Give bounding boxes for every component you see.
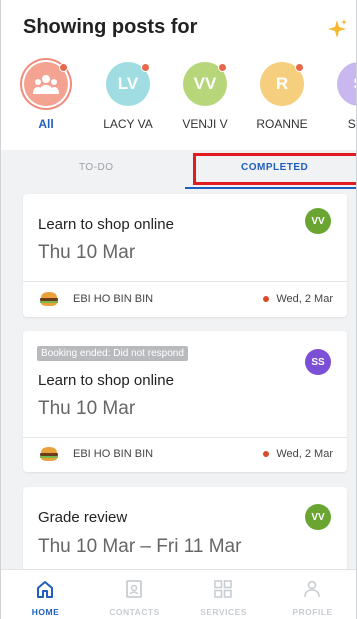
avatar-label: ROANNE bbox=[256, 117, 308, 131]
sparkle-icon[interactable] bbox=[327, 18, 349, 40]
header: Showing posts for All LV LACY VA VV VENJ… bbox=[1, 0, 356, 150]
avatar: S bbox=[337, 62, 356, 106]
avatar-filter-venji-v[interactable]: VV VENJI V bbox=[174, 62, 236, 131]
notification-dot bbox=[218, 63, 227, 72]
post-meta: Wed, 2 Mar bbox=[263, 293, 333, 305]
divider bbox=[23, 437, 347, 438]
post-meta-date: Wed, 2 Mar bbox=[276, 293, 333, 305]
notification-dot bbox=[141, 63, 150, 72]
notification-dot bbox=[59, 63, 68, 72]
burger-icon bbox=[40, 447, 58, 461]
post-date: Thu 10 Mar – Fri 11 Mar bbox=[38, 536, 242, 557]
nav-label: HOME bbox=[31, 607, 60, 617]
avatar-label: LACY VA bbox=[103, 117, 153, 131]
unread-dot bbox=[263, 296, 270, 302]
group-icon bbox=[33, 75, 59, 94]
post-date: Thu 10 Mar bbox=[38, 242, 136, 263]
avatar-filter-sta[interactable]: S STA bbox=[328, 62, 356, 131]
burger-icon bbox=[40, 292, 58, 306]
nav-label: SERVICES bbox=[200, 607, 247, 617]
post-meta-date: Wed, 2 Mar bbox=[276, 448, 333, 460]
post-author: EBI HO BIN BIN bbox=[73, 448, 154, 460]
post-title: Grade review bbox=[38, 509, 128, 526]
author-avatar: SS bbox=[305, 349, 331, 375]
contacts-icon bbox=[126, 580, 142, 598]
nav-home[interactable]: HOME bbox=[1, 570, 90, 619]
home-icon bbox=[37, 581, 53, 598]
nav-contacts[interactable]: CONTACTS bbox=[90, 570, 179, 619]
avatar: LV bbox=[106, 62, 150, 106]
avatar-initials: VV bbox=[193, 74, 217, 93]
post-meta: Wed, 2 Mar bbox=[263, 448, 333, 460]
page-title: Showing posts for bbox=[23, 16, 198, 38]
avatar-filter-all[interactable]: All bbox=[15, 62, 77, 131]
highlight-box bbox=[193, 153, 356, 185]
nav-label: PROFILE bbox=[292, 607, 333, 617]
tab-todo[interactable]: TO-DO bbox=[79, 162, 114, 173]
divider bbox=[23, 281, 347, 282]
avatar-filter-roanne[interactable]: R ROANNE bbox=[251, 62, 313, 131]
unread-dot bbox=[263, 451, 270, 457]
app-screen: Showing posts for All LV LACY VA VV VENJ… bbox=[0, 0, 357, 619]
avatar-initials: S bbox=[353, 74, 356, 94]
author-avatar: VV bbox=[305, 504, 331, 530]
profile-icon bbox=[304, 580, 320, 598]
avatar-initials: R bbox=[275, 74, 289, 93]
avatar-label: VENJI V bbox=[182, 117, 228, 131]
nav-services[interactable]: SERVICES bbox=[179, 570, 268, 619]
post-date: Thu 10 Mar bbox=[38, 398, 136, 419]
post-title: Learn to shop online bbox=[38, 372, 174, 389]
avatar: VV bbox=[183, 62, 227, 106]
notification-dot bbox=[295, 63, 304, 72]
post-title: Learn to shop online bbox=[38, 216, 174, 233]
avatar-label: STA bbox=[347, 117, 356, 131]
active-tab-indicator bbox=[185, 187, 356, 189]
avatar: R bbox=[260, 62, 304, 106]
avatar bbox=[24, 62, 68, 106]
post-card[interactable]: Booking ended: Did not respond Learn to … bbox=[23, 331, 347, 472]
avatar-label: All bbox=[38, 117, 54, 131]
avatar-initials: LV bbox=[117, 74, 139, 93]
nav-profile[interactable]: PROFILE bbox=[268, 570, 356, 619]
services-icon bbox=[214, 580, 232, 598]
post-card[interactable]: Learn to shop online Thu 10 Mar VV EBI H… bbox=[23, 194, 347, 317]
status-badge: Booking ended: Did not respond bbox=[37, 346, 188, 361]
author-avatar: VV bbox=[305, 208, 331, 234]
post-author: EBI HO BIN BIN bbox=[73, 293, 154, 305]
bottom-nav: HOME CONTACTS SERVICES PROFILE bbox=[1, 569, 356, 619]
avatar-filter-row: All LV LACY VA VV VENJI V R ROANNE S bbox=[1, 62, 356, 142]
avatar-filter-lacy-va[interactable]: LV LACY VA bbox=[97, 62, 159, 131]
nav-label: CONTACTS bbox=[109, 607, 160, 617]
